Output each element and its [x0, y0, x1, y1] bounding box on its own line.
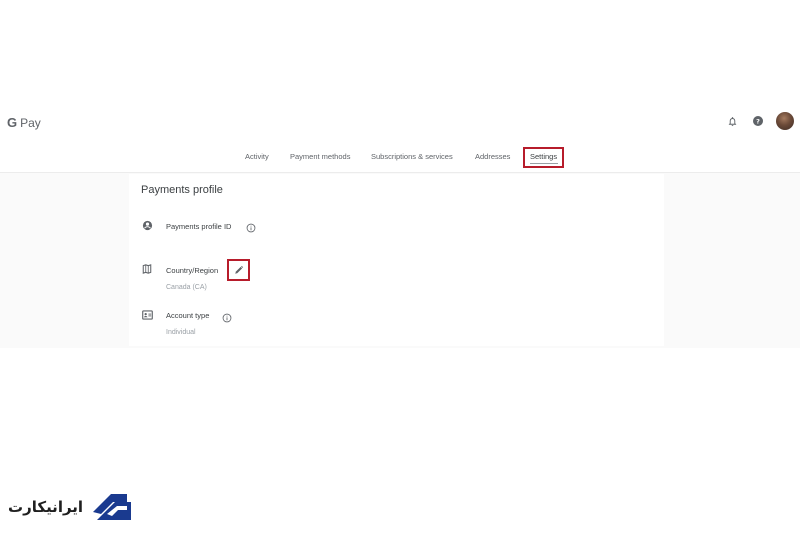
avatar[interactable] [776, 112, 794, 130]
info-icon[interactable] [222, 310, 232, 323]
id-card-icon [141, 309, 153, 321]
pencil-icon [234, 265, 243, 274]
top-bar: G Pay ? [0, 104, 800, 144]
logo-letter: G [7, 115, 18, 130]
screenshot-page: G Pay ? Activity Payment methods Subscri… [0, 0, 800, 533]
iranicard-logo-icon [93, 494, 132, 520]
logo-text: Pay [20, 115, 41, 130]
help-icon[interactable]: ? [750, 113, 766, 129]
tab-activity[interactable]: Activity [245, 152, 269, 161]
account-type-value: Individual [166, 329, 196, 336]
google-pay-logo[interactable]: G Pay [7, 115, 41, 130]
card-title: Payments profile [141, 184, 223, 196]
info-icon[interactable] [246, 220, 256, 233]
country-region-value: Canada (CA) [166, 284, 207, 291]
settings-highlight-box [523, 147, 564, 168]
account-circle-icon [141, 219, 153, 231]
header-actions: ? [724, 112, 794, 130]
tab-addresses[interactable]: Addresses [475, 152, 510, 161]
payments-profile-id-label: Payments profile ID [166, 222, 232, 231]
nav-tabs: Activity Payment methods Subscriptions &… [0, 144, 800, 173]
map-icon [141, 263, 153, 275]
iranicard-watermark: ایرانیکارت [8, 490, 133, 524]
edit-country-button[interactable] [227, 259, 250, 281]
payments-profile-card: Payments profile Payments profile ID Cou… [129, 174, 664, 346]
country-region-label: Country/Region [166, 266, 219, 275]
watermark-text: ایرانیکارت [8, 498, 84, 516]
account-type-label: Account type [166, 311, 210, 320]
tab-subscriptions-services[interactable]: Subscriptions & services [371, 152, 453, 161]
google-pay-app: G Pay ? Activity Payment methods Subscri… [0, 104, 800, 348]
tab-payment-methods[interactable]: Payment methods [290, 152, 350, 161]
svg-text:?: ? [756, 117, 760, 125]
bell-icon[interactable] [724, 113, 740, 129]
